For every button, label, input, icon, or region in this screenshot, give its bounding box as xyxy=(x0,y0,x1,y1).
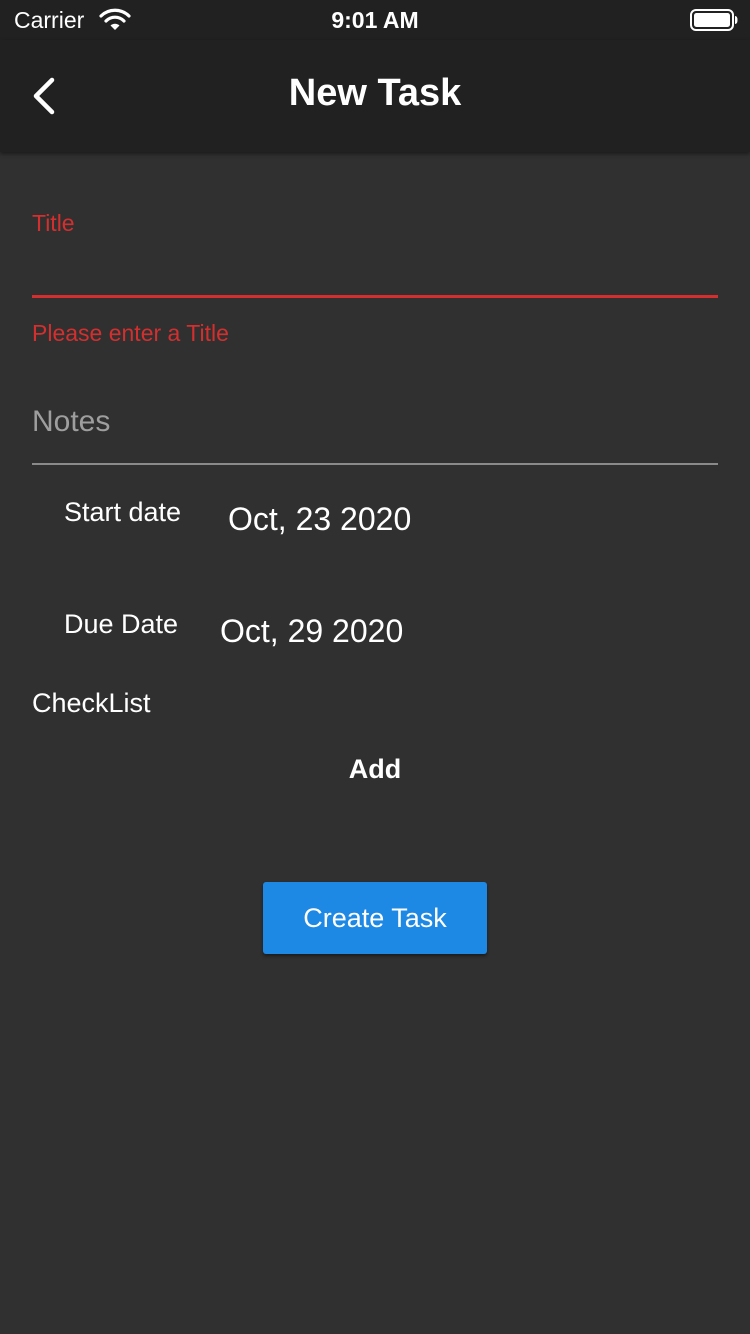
start-date-value[interactable]: Oct, 23 2020 xyxy=(228,501,411,538)
start-date-label: Start date xyxy=(64,497,182,527)
title-input[interactable] xyxy=(32,242,718,298)
due-date-label: Due Date xyxy=(64,609,179,639)
page-title: New Task xyxy=(288,72,462,114)
title-field: Title xyxy=(32,152,718,304)
notes-input[interactable] xyxy=(32,380,718,465)
add-checklist-item-button[interactable]: Add xyxy=(315,744,435,794)
chevron-left-icon xyxy=(33,77,55,115)
due-date-value[interactable]: Oct, 29 2020 xyxy=(220,613,403,650)
app-bar: New Task xyxy=(0,40,750,152)
status-bar: Carrier 9:01 AM xyxy=(0,0,750,40)
back-button[interactable] xyxy=(16,66,72,126)
title-label: Title xyxy=(32,210,75,236)
checklist-label: CheckList xyxy=(32,688,151,718)
create-task-button[interactable]: Create Task xyxy=(263,882,487,954)
title-error-message: Please enter a Title xyxy=(32,320,229,346)
status-time: 9:01 AM xyxy=(331,7,419,33)
battery-icon xyxy=(690,9,738,31)
